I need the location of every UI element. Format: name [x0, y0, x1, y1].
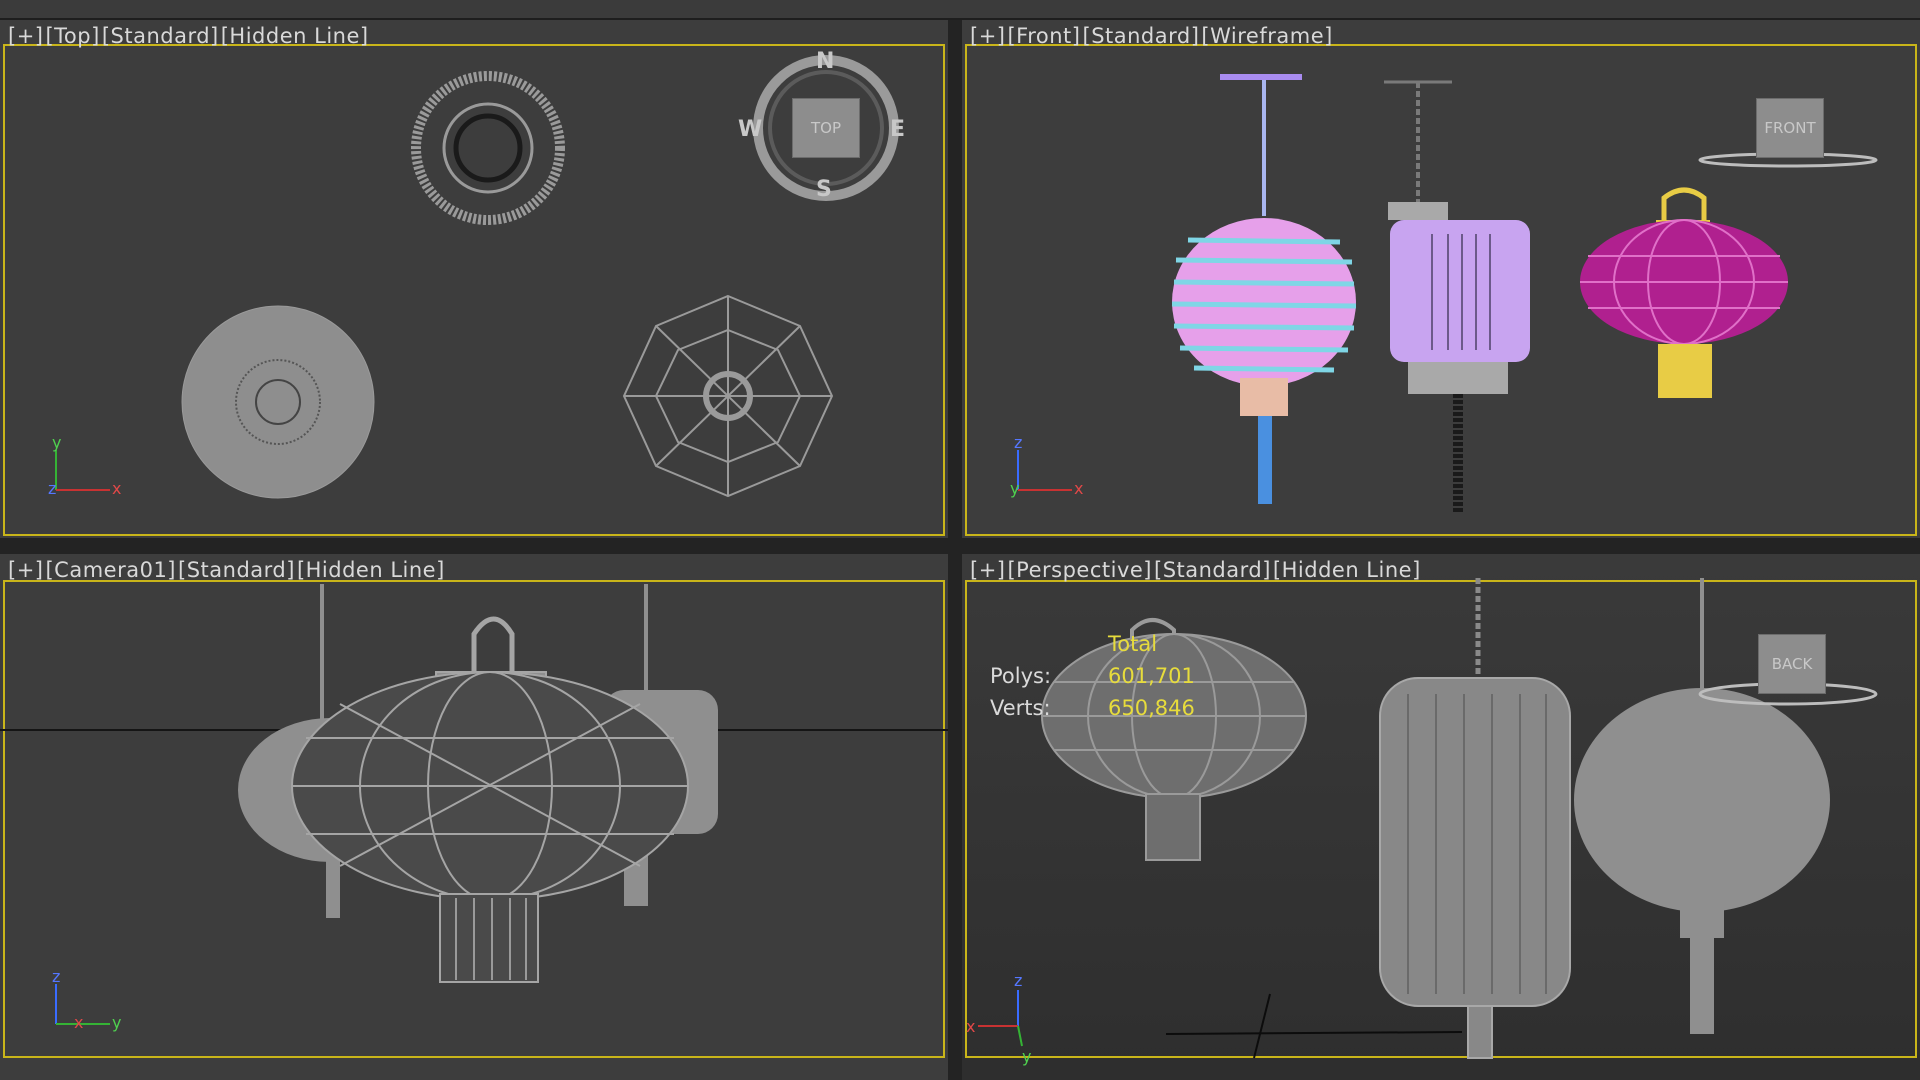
compass-east-label: E — [890, 117, 905, 142]
axis-label-y: y — [112, 1013, 121, 1032]
viewport-perspective[interactable]: [+][Perspective][Standard][Hidden Line] — [962, 554, 1920, 1080]
axis-label-z: z — [1014, 971, 1022, 990]
viewport-splitter-vertical[interactable] — [948, 20, 962, 1080]
axis-label-z: z — [48, 479, 56, 498]
axis-label-x: x — [966, 1017, 975, 1036]
viewport-top[interactable]: [+][Top][Standard][Hidden Line] y z x N … — [0, 20, 948, 538]
axis-label-y: y — [1010, 479, 1019, 498]
compass-north-label: N — [816, 49, 834, 74]
axis-label-z: z — [52, 967, 60, 986]
axis-tripod-front — [1017, 450, 1072, 491]
stats-header: Total — [1108, 632, 1158, 656]
viewcube-front[interactable]: FRONT — [1756, 98, 1824, 158]
compass-south-label: S — [816, 177, 832, 202]
lantern-camera-front — [291, 616, 689, 983]
axis-label-y: y — [1022, 1047, 1031, 1066]
lantern-front-purple — [1384, 80, 1530, 512]
axis-tripod-perspective — [978, 990, 1023, 1047]
lantern-front-striped — [1171, 74, 1357, 504]
lantern-perspective-center — [1379, 578, 1571, 1059]
compass-west-label: W — [738, 117, 762, 142]
viewport-camera[interactable]: [+][Camera01][Standard][Hidden Line] z x… — [0, 554, 948, 1080]
lantern-front-magenta — [1580, 187, 1788, 398]
lantern-top-wire — [622, 294, 834, 498]
axis-label-x: x — [112, 479, 121, 498]
stats-verts-label: Verts: — [990, 696, 1051, 720]
axis-tripod-top — [55, 450, 110, 491]
axis-label-y: y — [52, 433, 61, 452]
camera-view-canvas: z x y — [0, 584, 948, 1032]
stats-verts-value: 650,846 — [1108, 696, 1195, 720]
lantern-top-small — [411, 71, 565, 225]
viewcube-perspective[interactable]: BACK — [1758, 634, 1826, 694]
axis-label-z: z — [1014, 433, 1022, 452]
stats-polys-value: 601,701 — [1108, 664, 1195, 688]
main-toolbar-strip — [0, 0, 1920, 20]
viewcube-top[interactable]: TOP — [792, 98, 860, 158]
lantern-top-round — [181, 305, 375, 499]
axis-label-x: x — [1074, 479, 1083, 498]
statistics-overlay: Total Polys: 601,701 Verts: 650,846 — [990, 628, 1195, 724]
viewport-front[interactable]: [+][Front][Standard][Wireframe] z y x FR… — [962, 20, 1920, 538]
stats-polys-label: Polys: — [990, 664, 1052, 688]
axis-label-x: x — [74, 1013, 83, 1032]
